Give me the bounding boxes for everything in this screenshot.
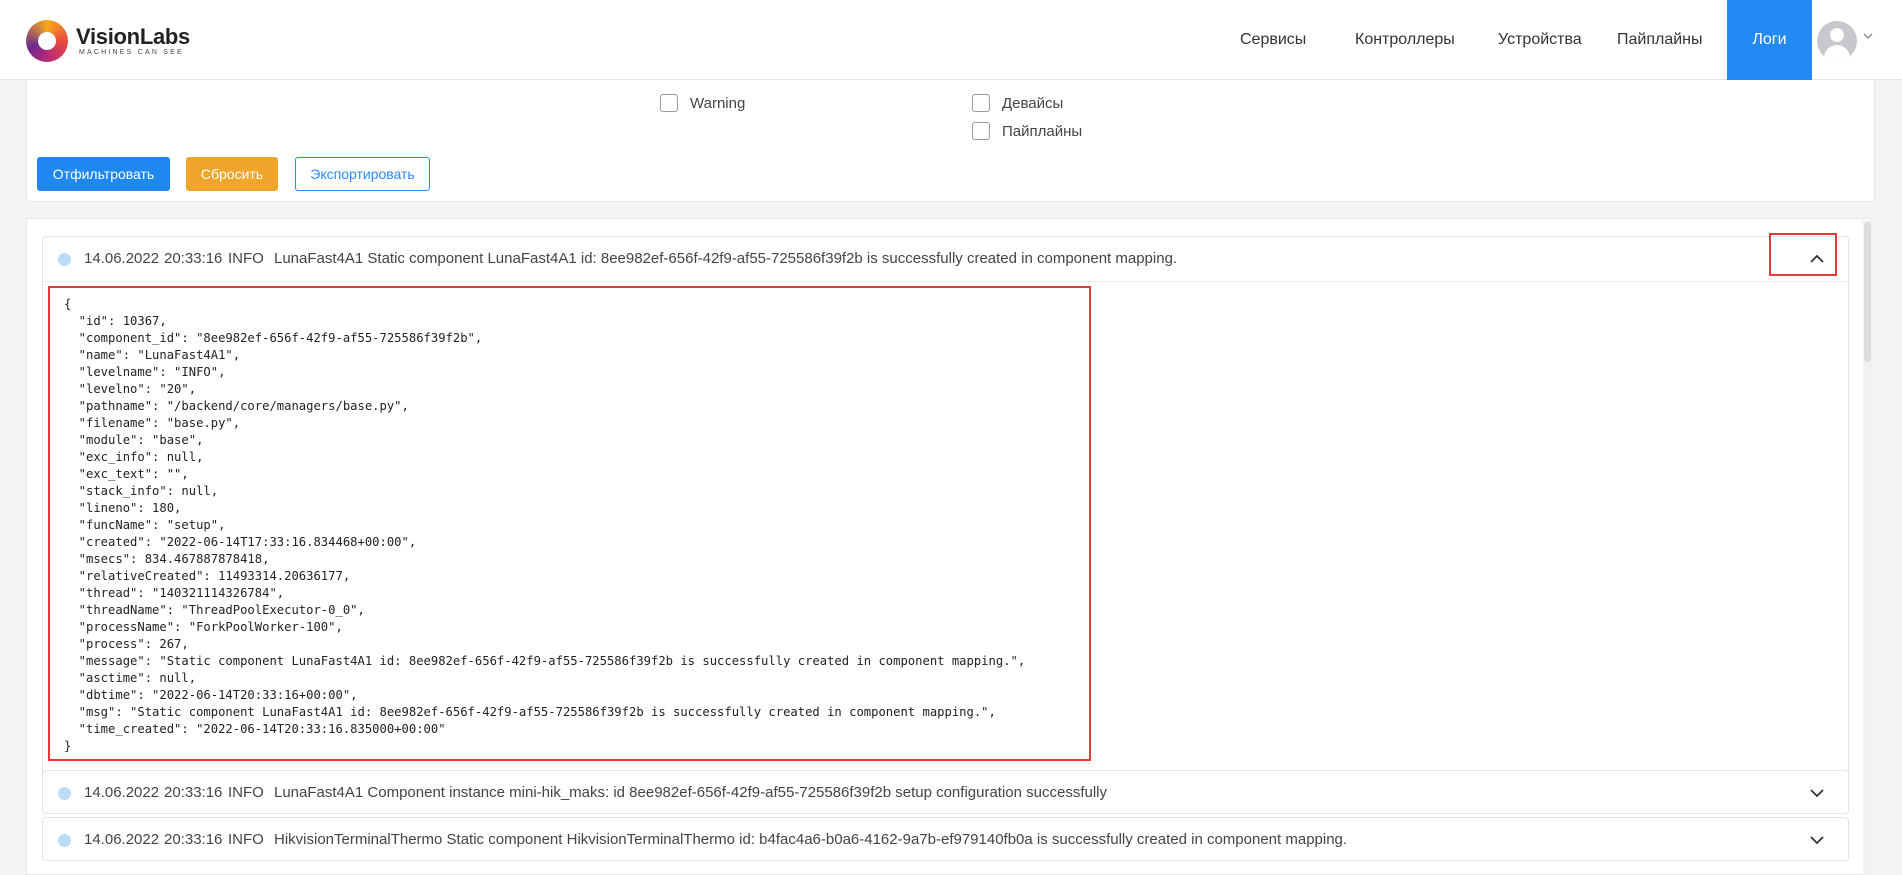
nav-item-pipelines[interactable]: Пайплайны	[1617, 0, 1703, 80]
brand-name: VisionLabs	[76, 24, 190, 49]
log-date: 14.06.2022	[84, 250, 160, 267]
log-item-header[interactable]: 14.06.2022 20:33:16 INFO LunaFast4A1 Sta…	[43, 237, 1848, 281]
nav-item-logs[interactable]: Логи	[1727, 0, 1812, 80]
filter-button[interactable]: Отфильтровать	[37, 157, 170, 191]
filter-option-warning[interactable]: Warning	[660, 92, 745, 114]
status-dot-icon	[58, 253, 71, 266]
log-level: INFO	[228, 831, 264, 848]
chevron-down-icon[interactable]	[1805, 828, 1829, 852]
status-dot-icon	[58, 834, 71, 847]
collapse-button-highlight[interactable]	[1769, 233, 1837, 276]
chevron-down-icon[interactable]	[1862, 30, 1874, 45]
export-button[interactable]: Экспортировать	[295, 157, 430, 191]
log-details-json: { "id": 10367, "component_id": "8ee982ef…	[64, 297, 1026, 753]
chevron-down-icon[interactable]	[1805, 781, 1829, 805]
nav-item-controllers[interactable]: Контроллеры	[1355, 0, 1455, 80]
filter-option-devices[interactable]: Девайсы	[972, 92, 1063, 114]
log-level: INFO	[228, 784, 264, 801]
checkbox[interactable]	[972, 94, 990, 112]
checkbox[interactable]	[972, 122, 990, 140]
log-level: INFO	[228, 250, 264, 267]
checkbox-label: Девайсы	[1002, 94, 1064, 112]
user-avatar-icon[interactable]	[1817, 21, 1857, 61]
log-date: 14.06.2022	[84, 831, 160, 848]
log-message: LunaFast4A1 Static component LunaFast4A1…	[274, 250, 1178, 267]
checkbox-label: Warning	[690, 94, 746, 112]
log-time: 20:33:16	[164, 831, 223, 848]
brand-tagline: MACHINES CAN SEE	[79, 49, 184, 56]
top-header: VisionLabs MACHINES CAN SEE Сервисы Конт…	[0, 0, 1902, 80]
nav-item-services[interactable]: Сервисы	[1240, 0, 1306, 80]
log-details-box: { "id": 10367, "component_id": "8ee982ef…	[48, 286, 1091, 761]
log-time: 20:33:16	[164, 250, 223, 267]
log-message: HikvisionTerminalThermo Static component…	[274, 831, 1348, 848]
log-time: 20:33:16	[164, 784, 223, 801]
status-dot-icon	[58, 787, 71, 800]
log-message: LunaFast4A1 Component instance mini-hik_…	[274, 784, 1108, 801]
divider	[43, 281, 1848, 282]
checkbox[interactable]	[660, 94, 678, 112]
log-item: 14.06.2022 20:33:16 INFO LunaFast4A1 Com…	[42, 770, 1849, 814]
scrollbar-thumb[interactable]	[1864, 222, 1871, 362]
log-item-header[interactable]: 14.06.2022 20:33:16 INFO LunaFast4A1 Com…	[43, 771, 1848, 815]
log-item-header[interactable]: 14.06.2022 20:33:16 INFO HikvisionTermin…	[43, 818, 1848, 862]
nav-item-devices[interactable]: Устройства	[1498, 0, 1582, 80]
filter-option-pipelines[interactable]: Пайплайны	[972, 120, 1082, 142]
checkbox-label: Пайплайны	[1002, 122, 1083, 140]
log-item: 14.06.2022 20:33:16 INFO HikvisionTermin…	[42, 817, 1849, 861]
visionlabs-logo-icon[interactable]	[26, 20, 68, 62]
log-date: 14.06.2022	[84, 784, 160, 801]
reset-button[interactable]: Сбросить	[186, 157, 278, 191]
